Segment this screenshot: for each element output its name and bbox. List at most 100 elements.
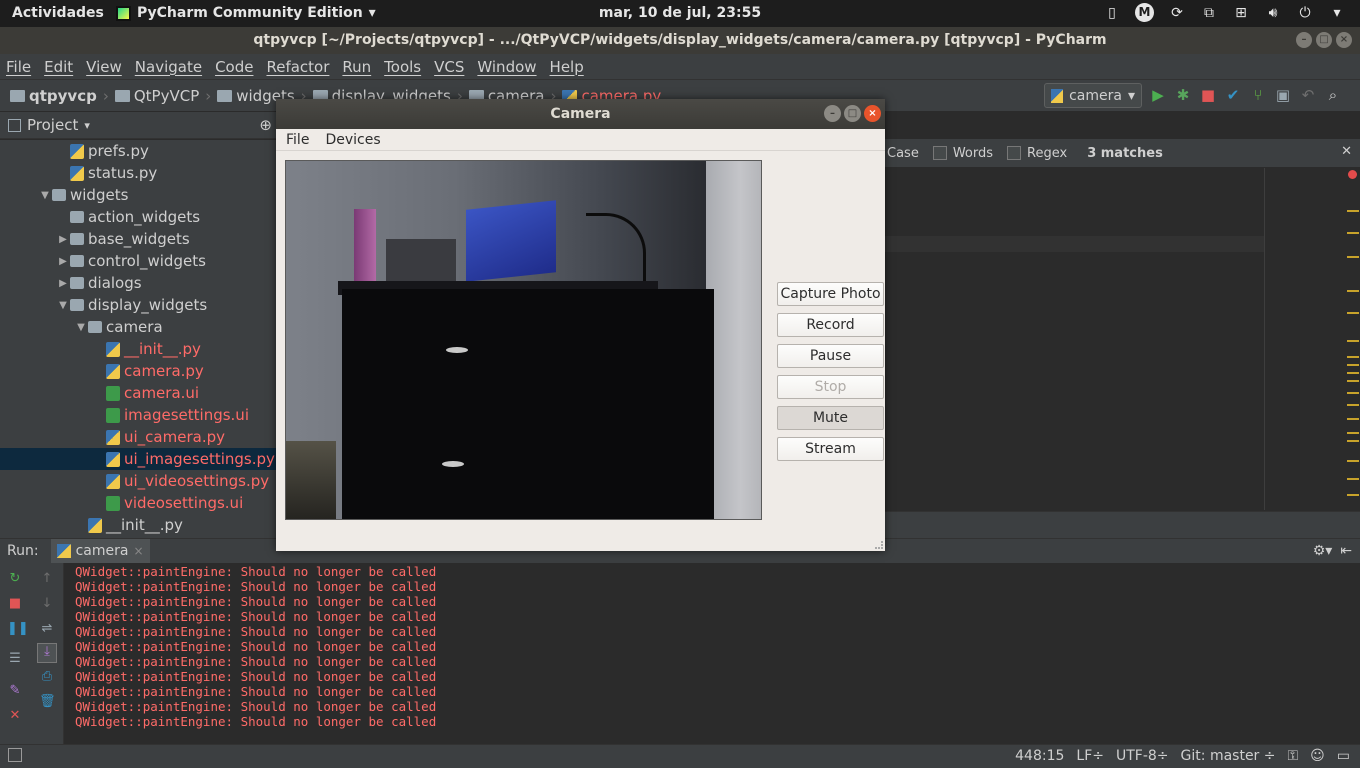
- rerun-icon[interactable]: ↻: [7, 571, 23, 587]
- caret-position[interactable]: 448:15: [1015, 748, 1064, 764]
- project-panel-header[interactable]: Project ▾ ⊕: [0, 112, 276, 139]
- error-indicator-icon[interactable]: [1348, 170, 1357, 179]
- soft-wrap-icon[interactable]: ⇌: [39, 621, 55, 637]
- dump-threads-icon[interactable]: ☰: [7, 651, 23, 667]
- capture-photo-button[interactable]: Capture Photo: [777, 282, 884, 306]
- line-separator[interactable]: LF÷: [1076, 748, 1104, 764]
- tree-item[interactable]: ▶ base_widgets: [0, 228, 276, 250]
- menu-vcs[interactable]: VCS: [434, 58, 464, 76]
- stripe-marker[interactable]: [1347, 460, 1359, 462]
- resize-grip-icon[interactable]: [875, 541, 883, 549]
- run-console-output[interactable]: QWidget::paintEngine: Should no longer b…: [64, 563, 1360, 744]
- menu-tools[interactable]: Tools: [384, 58, 421, 76]
- stripe-marker[interactable]: [1347, 256, 1359, 258]
- run-icon[interactable]: ▶: [1150, 86, 1166, 104]
- stripe-marker[interactable]: [1347, 372, 1359, 374]
- menu-refactor[interactable]: Refactor: [266, 58, 329, 76]
- words-checkbox[interactable]: [932, 146, 947, 160]
- editor-error-stripe[interactable]: [1346, 168, 1360, 510]
- close-icon[interactable]: ×: [864, 105, 881, 122]
- gear-icon[interactable]: ⚙▾: [1313, 543, 1333, 559]
- arrow-up-icon[interactable]: ↑: [39, 571, 55, 587]
- close-icon[interactable]: ×: [1336, 32, 1352, 48]
- tree-item[interactable]: ▶ control_widgets: [0, 250, 276, 272]
- stripe-marker[interactable]: [1347, 312, 1359, 314]
- tree-item[interactable]: ▼ display_widgets: [0, 294, 276, 316]
- breadcrumb-item[interactable]: qtpyvcp: [10, 87, 97, 105]
- minimize-icon[interactable]: –: [1296, 32, 1312, 48]
- match-case-label[interactable]: Case: [887, 146, 919, 161]
- pause-icon[interactable]: ❚❚: [7, 621, 29, 637]
- scroll-to-end-icon[interactable]: ⤓: [37, 643, 57, 663]
- camera-dialog-titlebar[interactable]: Camera – □ ×: [276, 99, 885, 129]
- menu-edit[interactable]: Edit: [44, 58, 73, 76]
- debug-icon[interactable]: ✱: [1175, 86, 1191, 104]
- expand-arrow-icon[interactable]: ▼: [56, 300, 70, 311]
- regex-checkbox[interactable]: [1007, 146, 1022, 160]
- stripe-marker[interactable]: [1347, 232, 1359, 234]
- menu-code[interactable]: Code: [215, 58, 253, 76]
- display-icon[interactable]: ⧉: [1200, 5, 1218, 21]
- tree-item[interactable]: status.py: [0, 162, 276, 184]
- record-button[interactable]: Record: [777, 313, 884, 337]
- sync-icon[interactable]: ⟳: [1168, 5, 1186, 21]
- tree-item[interactable]: ui_camera.py: [0, 426, 276, 448]
- stripe-marker[interactable]: [1347, 392, 1359, 394]
- run-tab-camera[interactable]: camera ×: [50, 538, 150, 564]
- expand-arrow-icon[interactable]: ▼: [38, 190, 52, 201]
- tree-item[interactable]: action_widgets: [0, 206, 276, 228]
- tree-item[interactable]: videosettings.ui: [0, 492, 276, 514]
- stripe-marker[interactable]: [1347, 380, 1359, 382]
- close-icon[interactable]: ×: [133, 544, 143, 558]
- lock-icon[interactable]: ⚿: [1288, 748, 1299, 764]
- tree-item[interactable]: ui_videosettings.py: [0, 470, 276, 492]
- breadcrumb-item[interactable]: QtPyVCP: [114, 87, 199, 105]
- stop-icon[interactable]: ■: [7, 596, 23, 612]
- stripe-marker[interactable]: [1347, 478, 1359, 480]
- inspector-icon[interactable]: ☺: [1310, 748, 1325, 764]
- power-icon[interactable]: ⏻: [1296, 5, 1314, 21]
- menu-window[interactable]: Window: [477, 58, 536, 76]
- stripe-marker[interactable]: [1347, 364, 1359, 366]
- stripe-marker[interactable]: [1347, 418, 1359, 420]
- menu-file[interactable]: File: [6, 58, 31, 76]
- file-encoding[interactable]: UTF-8÷: [1116, 748, 1169, 764]
- tool-window-toggle-icon[interactable]: [8, 748, 22, 762]
- trash-icon[interactable]: 🗑︎: [39, 694, 56, 710]
- close-icon[interactable]: ✕: [7, 708, 23, 724]
- tree-item[interactable]: ▶ dialogs: [0, 272, 276, 294]
- words-label[interactable]: Words: [953, 146, 993, 161]
- chevron-down-icon[interactable]: ▾: [1328, 5, 1346, 21]
- tree-item[interactable]: ▼ widgets: [0, 184, 276, 206]
- expand-arrow-icon[interactable]: ▶: [56, 234, 70, 245]
- tree-item[interactable]: __init__.py: [0, 338, 276, 360]
- phone-icon[interactable]: ▯: [1103, 5, 1121, 21]
- event-log-icon[interactable]: ▭: [1337, 748, 1350, 764]
- tree-item[interactable]: prefs.py: [0, 140, 276, 162]
- tree-item[interactable]: camera.ui: [0, 382, 276, 404]
- expand-arrow-icon[interactable]: ▶: [56, 278, 70, 289]
- stripe-marker[interactable]: [1347, 494, 1359, 496]
- activities-button[interactable]: Actividades: [12, 5, 104, 21]
- stripe-marker[interactable]: [1347, 404, 1359, 406]
- tree-item[interactable]: __init__.py: [0, 514, 276, 536]
- maximize-icon[interactable]: □: [844, 105, 861, 122]
- camera-menu-devices[interactable]: Devices: [325, 132, 380, 148]
- menu-run[interactable]: Run: [342, 58, 371, 76]
- expand-arrow-icon[interactable]: ▶: [56, 256, 70, 267]
- stripe-marker[interactable]: [1347, 210, 1359, 212]
- stripe-marker[interactable]: [1347, 340, 1359, 342]
- minimize-icon[interactable]: –: [824, 105, 841, 122]
- menu-help[interactable]: Help: [550, 58, 584, 76]
- regex-label[interactable]: Regex: [1027, 146, 1067, 161]
- stripe-marker[interactable]: [1347, 440, 1359, 442]
- mail-badge-icon[interactable]: M: [1135, 3, 1154, 22]
- vcs-revert-icon[interactable]: ↶: [1300, 86, 1316, 104]
- menu-view[interactable]: View: [86, 58, 122, 76]
- app-menu-button[interactable]: PyCharm Community Edition ▾: [116, 5, 376, 21]
- arrow-down-icon[interactable]: ↓: [39, 596, 55, 612]
- tree-item[interactable]: imagesettings.ui: [0, 404, 276, 426]
- stripe-marker[interactable]: [1347, 290, 1359, 292]
- close-icon[interactable]: ✕: [1341, 144, 1352, 159]
- run-config-select[interactable]: camera ▾: [1044, 83, 1142, 108]
